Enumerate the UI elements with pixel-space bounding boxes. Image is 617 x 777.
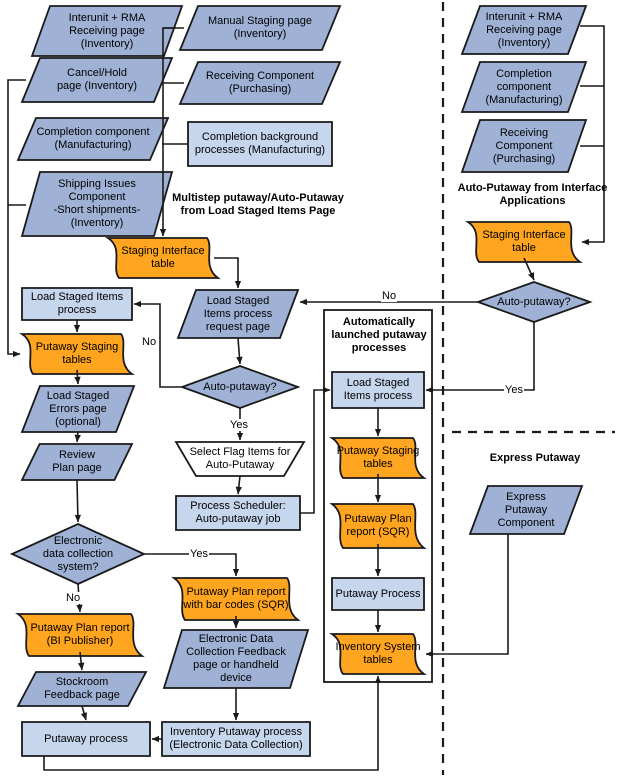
- group-title-auto-launched: Automatically launched putaway processes: [331, 316, 427, 354]
- node-express-comp: [468, 485, 584, 535]
- node-shipping-issues: [20, 171, 174, 237]
- node-auto-right: [475, 281, 593, 323]
- node-putaway-staging-mid: [328, 437, 427, 479]
- node-load-errors: [20, 385, 136, 433]
- node-plan-bi: [15, 613, 145, 657]
- node-interunit-left: [30, 5, 184, 57]
- section-title-multistep: Multistep putaway/Auto-Putaway from Load…: [172, 192, 344, 217]
- node-stockroom: [16, 671, 148, 707]
- node-proc-sched: [175, 495, 301, 531]
- node-inv-putaway: [161, 721, 311, 757]
- node-staging-if-left: [104, 237, 221, 279]
- node-plan-sqr: [329, 503, 427, 549]
- edge-label-no-edc: No: [65, 592, 82, 604]
- edge-label-no-mid: No: [141, 336, 158, 348]
- edge-label-yes-right: Yes: [504, 384, 524, 396]
- node-review-plan: [20, 443, 134, 481]
- flowchart-diagram: Multistep putaway/Auto-Putaway from Load…: [0, 0, 617, 777]
- edge-right-interunit-to-staging: [580, 25, 605, 246]
- node-putaway-proc-mid: [331, 577, 425, 611]
- node-select-flag: [174, 441, 306, 477]
- edge-label-yes-mid: Yes: [229, 419, 249, 431]
- node-edc-feedback: [162, 629, 310, 689]
- edge-request-to-auto-mid: [236, 337, 243, 365]
- edge-staging-to-request-page: [214, 257, 242, 289]
- edge-label-yes-edc: Yes: [189, 548, 209, 560]
- node-completion-comp: [16, 117, 170, 161]
- node-interunit-right: [460, 5, 588, 55]
- node-cancel-hold: [20, 57, 174, 103]
- node-plan-barcodes: [171, 577, 301, 621]
- edge-selectflag-to-scheduler: [235, 475, 242, 495]
- section-title-express-putaway: Express Putaway: [489, 452, 581, 464]
- node-putaway-staging-left: [18, 333, 135, 375]
- node-completion-right: [460, 61, 588, 113]
- edge-errors-to-review: [74, 431, 81, 443]
- node-staging-if-right: [464, 221, 583, 263]
- edge-review-to-edc: [74, 479, 82, 523]
- section-title-auto-interface: Auto-Putaway from Interface Applications: [457, 182, 608, 207]
- node-load-staged-mid: [331, 371, 425, 409]
- node-receiving-comp: [178, 61, 342, 105]
- node-inventory-system: [328, 633, 427, 675]
- node-auto-mid: [179, 365, 301, 409]
- edge-label-no-right: No: [381, 290, 398, 302]
- edge-stockroom-to-putaway-process: [80, 705, 88, 721]
- flowchart-canvas: [7, 2, 615, 775]
- node-putaway-process-b: [21, 721, 151, 757]
- node-manual-staging: [178, 5, 342, 51]
- node-receiving-right: [460, 119, 588, 173]
- node-request-page: [176, 289, 300, 339]
- node-load-staged-left: [21, 287, 133, 321]
- edge-putaway-staging-to-errors: [74, 369, 81, 385]
- node-completion-bg: [187, 121, 333, 167]
- edge-express-to-inventory-system: [425, 534, 509, 658]
- node-edc-decision: [9, 523, 147, 585]
